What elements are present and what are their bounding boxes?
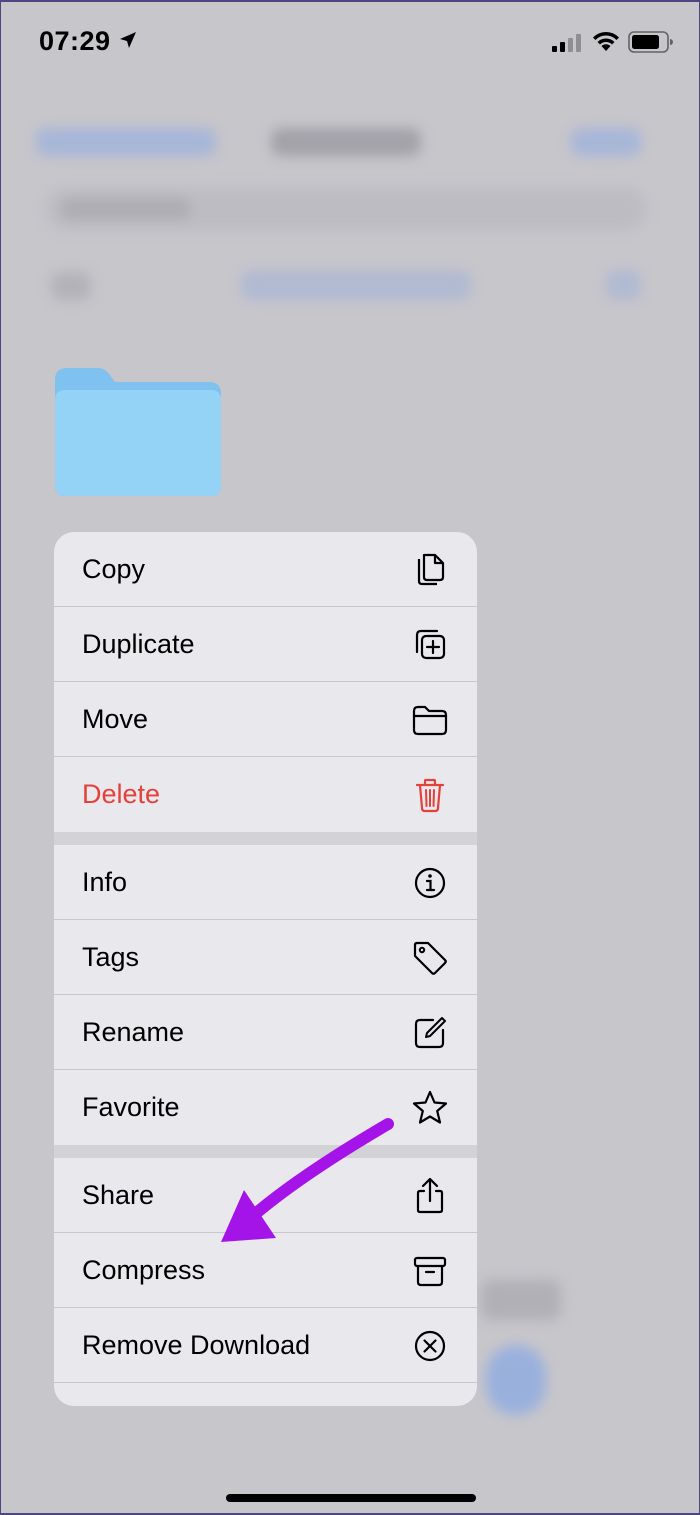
menu-item-copy[interactable]: Copy [54, 532, 477, 607]
menu-item-label: Duplicate [82, 629, 195, 659]
blurred-select-button [571, 128, 641, 156]
menu-item-label: Move [82, 704, 149, 734]
menu-item-info[interactable]: Info [54, 845, 477, 920]
menu-item-compress[interactable]: Compress [54, 1233, 477, 1308]
menu-item-label: Delete [82, 779, 161, 809]
wifi-icon [593, 31, 619, 51]
menu-item-move[interactable]: Move [54, 682, 477, 757]
status-bar: 07:29 [1, 0, 700, 90]
menu-item-label: Copy [82, 554, 146, 584]
menu-item-rename[interactable]: Rename [54, 995, 477, 1070]
star-icon [412, 1090, 448, 1124]
folder-icon [412, 705, 448, 736]
menu-section-separator [54, 1145, 477, 1158]
menu-item-delete[interactable]: Delete [54, 757, 477, 832]
menu-item-label: Rename [82, 1017, 185, 1047]
blurred-tab-icon [486, 1345, 546, 1415]
blurred-item-label [481, 1280, 561, 1320]
menu-item-label: Favorite [82, 1092, 180, 1122]
cellular-signal-icon [552, 34, 581, 52]
battery-icon [628, 31, 673, 53]
blurred-list-toggle [606, 270, 641, 300]
folder-icon[interactable] [53, 366, 223, 498]
status-time: 07:29 [39, 26, 111, 56]
blurred-view-toggle [51, 272, 91, 300]
menu-item-duplicate[interactable]: Duplicate [54, 607, 477, 682]
share-icon [416, 1177, 444, 1214]
archive-box-icon [413, 1256, 447, 1287]
menu-item-tags[interactable]: Tags [54, 920, 477, 995]
pencil-square-icon [414, 1017, 446, 1049]
home-indicator [226, 1494, 476, 1502]
blurred-back-button [36, 128, 216, 156]
menu-item-label: Tags [82, 942, 140, 972]
menu-item-favorite[interactable]: Favorite [54, 1070, 477, 1145]
duplicate-icon [415, 629, 446, 660]
location-arrow-icon [120, 32, 136, 48]
tag-icon [413, 941, 447, 975]
blurred-title [271, 128, 421, 156]
menu-item-label: Compress [82, 1255, 206, 1285]
x-circle-icon [414, 1330, 446, 1362]
info-icon [414, 867, 446, 899]
blurred-sort-control [241, 270, 471, 300]
menu-item-remove-download[interactable]: Remove Download [54, 1308, 477, 1383]
menu-item-label: Info [82, 867, 128, 897]
trash-icon [415, 778, 445, 813]
menu-item-share[interactable]: Share [54, 1158, 477, 1233]
blurred-search-placeholder [61, 198, 191, 220]
copy-icon [417, 553, 445, 586]
context-menu: Copy Duplicate Move Delete Info Tags Ren… [54, 532, 477, 1406]
menu-section-separator [54, 832, 477, 845]
menu-item-label: Share [82, 1180, 155, 1210]
menu-item-label: Remove Download [82, 1330, 311, 1360]
